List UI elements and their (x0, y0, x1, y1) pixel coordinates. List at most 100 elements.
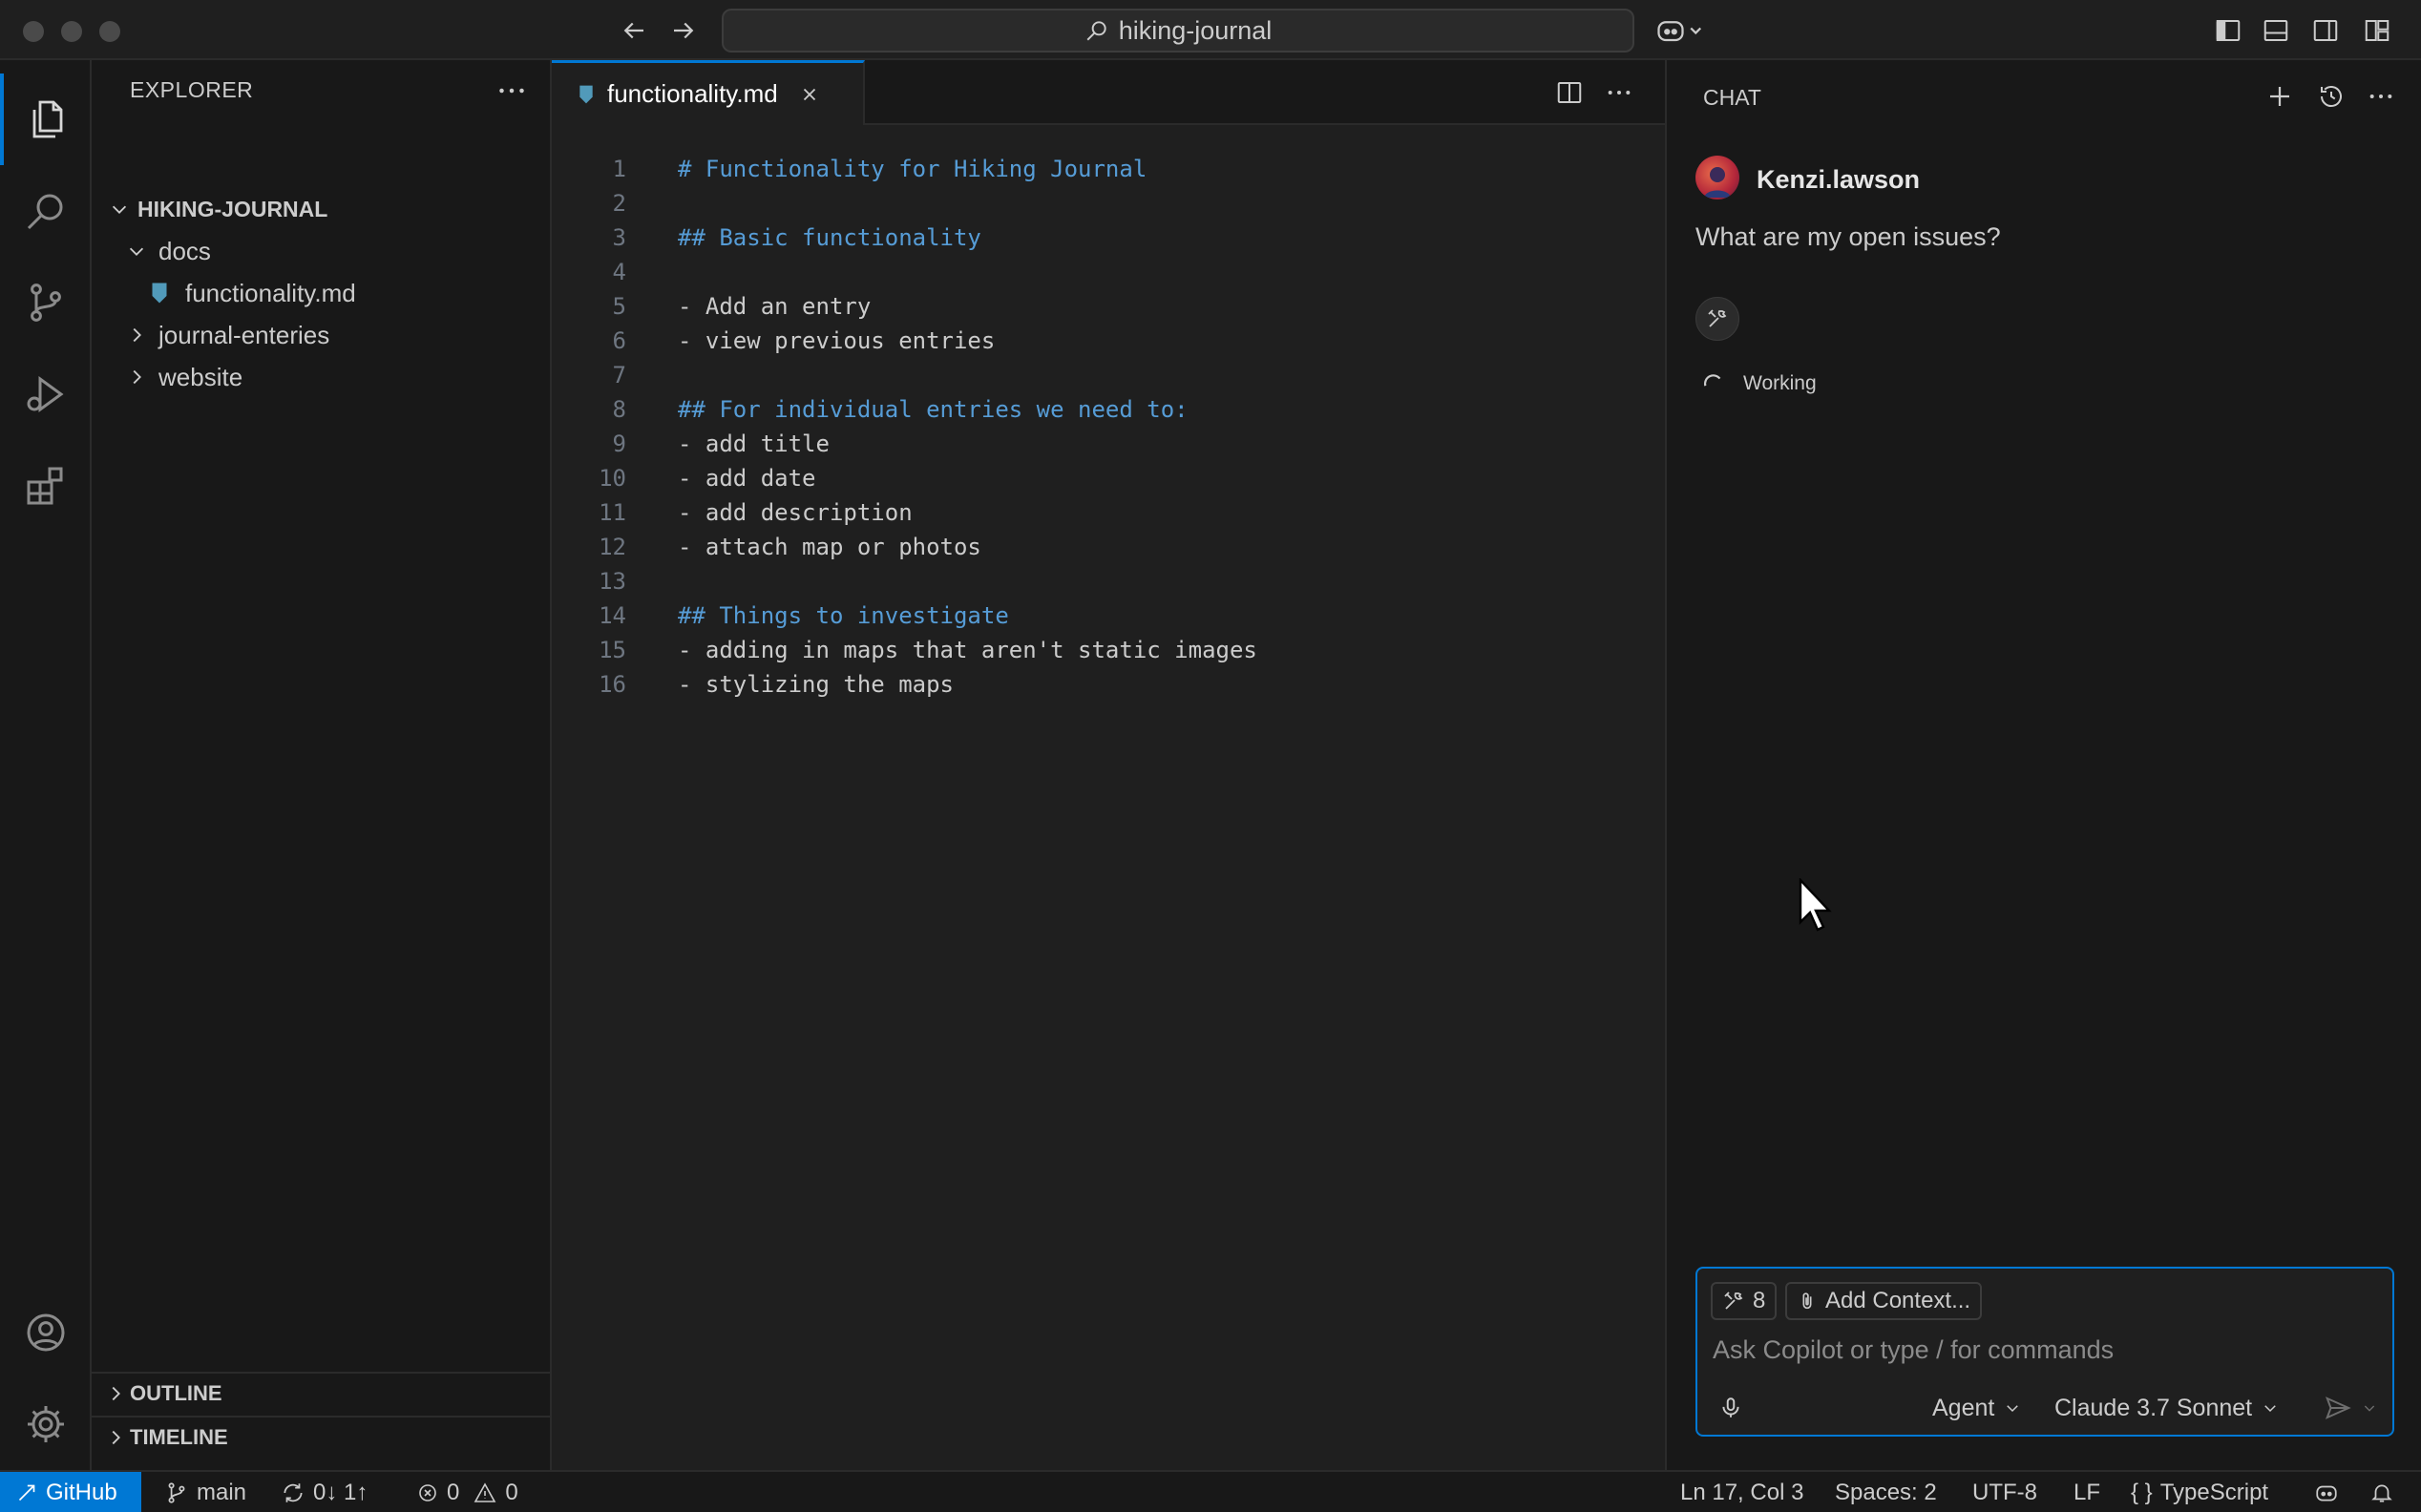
code-line[interactable]: 3 ## Basic functionality (552, 220, 1665, 255)
manage-activity[interactable] (0, 1378, 92, 1470)
extensions-activity[interactable] (0, 440, 92, 532)
plus-icon[interactable] (2263, 79, 2297, 114)
tools-button[interactable]: 8 (1711, 1282, 1778, 1320)
workspace-root-label: HIKING-JOURNAL (137, 196, 328, 221)
code-line[interactable]: 8 ## For individual entries we need to: (552, 392, 1665, 427)
workspace-root[interactable]: HIKING-JOURNAL (92, 188, 550, 230)
code-line[interactable]: 9 - add title (552, 427, 1665, 461)
account-icon (23, 1310, 69, 1355)
chevron-right-icon (105, 1427, 126, 1448)
code-line[interactable]: 5 - Add an entry (552, 289, 1665, 324)
code-line[interactable]: 12 - attach map or photos (552, 530, 1665, 564)
send-button[interactable] (2324, 1389, 2377, 1427)
toggle-panel-icon[interactable] (2259, 13, 2293, 48)
add-context-button[interactable]: Add Context... (1785, 1282, 1983, 1320)
tree-folder-docs[interactable]: docs (92, 230, 550, 272)
language-label: TypeScript (2159, 1480, 2269, 1505)
chat-input[interactable]: Ask Copilot or type / for commands (1713, 1335, 2114, 1365)
explorer-activity[interactable] (0, 74, 92, 165)
command-center-search[interactable]: hiking-journal (722, 9, 1634, 52)
end-of-line[interactable]: LF (2074, 1472, 2100, 1512)
search-activity[interactable] (0, 165, 92, 257)
toggle-primary-sidebar-icon[interactable] (2211, 13, 2245, 48)
tree-folder-journal-enteries[interactable]: journal-enteries (92, 314, 550, 356)
tree-file-functionality-md[interactable]: functionality.md (92, 272, 550, 314)
window-maximize-button[interactable] (99, 21, 120, 42)
cursor-position[interactable]: Ln 17, Col 3 (1680, 1472, 1803, 1512)
avatar (1695, 156, 1739, 200)
customize-layout-icon[interactable] (2360, 13, 2394, 48)
bell-icon[interactable] (2369, 1472, 2394, 1512)
chat-title: CHAT (1703, 85, 1761, 110)
code-line[interactable]: 13 (552, 564, 1665, 598)
split-editor-icon[interactable] (1552, 75, 1587, 110)
copilot-icon[interactable] (1652, 13, 1709, 48)
history-icon[interactable] (2314, 79, 2348, 114)
line-text: - attach map or photos (678, 534, 981, 560)
remote-indicator[interactable]: GitHub (0, 1472, 141, 1512)
language-mode[interactable]: { } TypeScript (2131, 1472, 2268, 1512)
close-icon[interactable] (799, 84, 820, 105)
code-line[interactable]: 14 ## Things to investigate (552, 598, 1665, 633)
line-number: 8 (612, 396, 626, 423)
tab-functionality-md[interactable]: functionality.md (552, 60, 865, 125)
tree-item-label: docs (158, 236, 211, 265)
indentation[interactable]: Spaces: 2 (1835, 1472, 1937, 1512)
chevron-right-icon (122, 314, 151, 356)
mode-dropdown[interactable]: Agent (1932, 1389, 2021, 1427)
code-line[interactable]: 10 - add date (552, 461, 1665, 495)
code-line[interactable]: 4 (552, 255, 1665, 289)
microphone-icon[interactable] (1718, 1389, 1743, 1427)
timeline-section[interactable]: TIMELINE (92, 1416, 550, 1458)
working-indicator: Working (1701, 371, 1817, 396)
run-debug-activity[interactable] (0, 348, 92, 440)
outline-section[interactable]: OUTLINE (92, 1372, 550, 1414)
code-line[interactable]: 1 # Functionality for Hiking Journal (552, 152, 1665, 186)
gear-icon (23, 1401, 69, 1447)
accounts-activity[interactable] (0, 1287, 92, 1378)
source-control-activity[interactable] (0, 257, 92, 348)
more-actions-icon[interactable] (495, 74, 529, 108)
markdown-file-icon (145, 282, 174, 304)
window-minimize-button[interactable] (61, 21, 82, 42)
code-line[interactable]: 7 (552, 358, 1665, 392)
tree-folder-website[interactable]: website (92, 356, 550, 398)
remote-label: GitHub (46, 1480, 117, 1505)
branch-indicator[interactable]: main (164, 1472, 246, 1512)
line-number: 14 (599, 602, 626, 629)
line-number: 13 (599, 568, 626, 595)
problems-indicator[interactable]: 0 0 (416, 1472, 518, 1512)
line-text: - adding in maps that aren't static imag… (678, 637, 1257, 663)
model-dropdown[interactable]: Claude 3.7 Sonnet (2054, 1389, 2279, 1427)
extensions-icon (23, 463, 69, 509)
line-text: - add date (678, 465, 816, 492)
chat-input-box[interactable]: 8 Add Context... Ask Copilot or type / f… (1695, 1267, 2394, 1437)
editor-tab-bar: functionality.md (552, 60, 1665, 125)
chat-username: Kenzi.lawson (1757, 165, 1921, 194)
sync-icon (281, 1480, 305, 1505)
forward-arrow-icon[interactable] (666, 13, 701, 48)
code-line[interactable]: 2 (552, 186, 1665, 220)
code-line[interactable]: 11 - add description (552, 495, 1665, 530)
braces-icon: { } (2131, 1480, 2153, 1505)
status-bar: GitHub main 0↓ 1↑ 0 0 Ln 17, Col 3 Space… (0, 1470, 2421, 1512)
encoding[interactable]: UTF-8 (1972, 1472, 2037, 1512)
window-close-button[interactable] (23, 21, 44, 42)
code-line[interactable]: 15 - adding in maps that aren't static im… (552, 633, 1665, 667)
toggle-secondary-sidebar-icon[interactable] (2308, 13, 2343, 48)
code-line[interactable]: 6 - view previous entries (552, 324, 1665, 358)
sync-indicator[interactable]: 0↓ 1↑ (281, 1472, 368, 1512)
source-control-icon (23, 280, 69, 326)
line-number: 6 (612, 327, 626, 354)
chat-more-actions-icon[interactable] (2364, 79, 2398, 114)
line-number: 3 (612, 224, 626, 251)
line-number: 5 (612, 293, 626, 320)
copilot-status-icon[interactable] (2312, 1472, 2341, 1512)
mode-label: Agent (1932, 1394, 1995, 1421)
line-number: 9 (612, 430, 626, 457)
error-count: 0 (447, 1480, 460, 1505)
back-arrow-icon[interactable] (617, 13, 651, 48)
code-line[interactable]: 16 - stylizing the maps (552, 667, 1665, 702)
editor-more-actions-icon[interactable] (1602, 75, 1636, 110)
title-bar: hiking-journal (0, 0, 2421, 60)
